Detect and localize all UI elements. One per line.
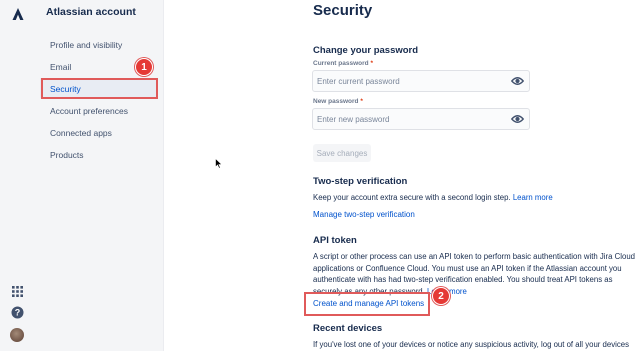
- api-token-heading: API token: [313, 235, 357, 246]
- required-mark: *: [370, 60, 373, 67]
- change-password-heading: Change your password: [313, 45, 419, 56]
- current-password-input[interactable]: [317, 74, 502, 88]
- annotation-box-api-tokens: [304, 292, 430, 316]
- sidebar-item-email[interactable]: Email: [50, 62, 71, 72]
- sidebar-item-account-preferences[interactable]: Account preferences: [50, 106, 128, 116]
- app-switcher-icon[interactable]: [11, 285, 24, 298]
- two-step-description: Keep your account extra secure with a se…: [313, 192, 553, 204]
- annotation-badge-2: 2: [432, 287, 450, 305]
- api-token-text-line: authenticate with has had two-step verif…: [313, 275, 613, 284]
- page-title: Security: [313, 2, 373, 19]
- new-password-field[interactable]: [312, 108, 530, 130]
- api-token-text-line: A script or other process can use an API…: [313, 252, 636, 261]
- manage-two-step-link[interactable]: Manage two-step verification: [313, 210, 415, 219]
- recent-devices-text: If you've lost one of your devices or no…: [313, 340, 629, 349]
- sidebar-item-profile[interactable]: Profile and visibility: [50, 40, 122, 50]
- current-password-label-text: Current password: [313, 60, 369, 67]
- api-token-text-line: applications or Confluence Cloud. You mu…: [313, 263, 622, 273]
- mouse-cursor-icon: [215, 158, 223, 169]
- current-password-field[interactable]: [312, 70, 530, 92]
- recent-devices-heading: Recent devices: [313, 323, 383, 334]
- sidebar: [34, 0, 164, 351]
- two-step-heading: Two-step verification: [313, 176, 408, 187]
- help-icon[interactable]: ?: [11, 306, 24, 319]
- new-password-label: New password *: [313, 98, 363, 105]
- show-password-icon[interactable]: [511, 75, 524, 87]
- sidebar-item-connected-apps[interactable]: Connected apps: [50, 128, 112, 138]
- sidebar-item-products[interactable]: Products: [50, 150, 84, 160]
- show-password-icon[interactable]: [511, 113, 524, 125]
- atlassian-logo-icon[interactable]: [11, 7, 25, 21]
- svg-text:?: ?: [15, 308, 21, 318]
- annotation-box-security: [41, 78, 158, 99]
- new-password-label-text: New password: [313, 98, 359, 105]
- app-title: Atlassian account: [46, 6, 136, 18]
- api-token-description: A script or other process can use an API…: [313, 251, 638, 297]
- two-step-learn-more-link[interactable]: Learn more: [513, 193, 553, 202]
- global-rail: ?: [0, 0, 34, 351]
- new-password-input[interactable]: [317, 112, 502, 126]
- annotation-badge-1: 1: [135, 58, 153, 76]
- avatar[interactable]: [10, 328, 24, 342]
- required-mark: *: [360, 98, 363, 105]
- save-changes-button[interactable]: Save changes: [313, 144, 371, 162]
- current-password-label: Current password *: [313, 60, 373, 67]
- two-step-text: Keep your account extra secure with a se…: [313, 193, 511, 202]
